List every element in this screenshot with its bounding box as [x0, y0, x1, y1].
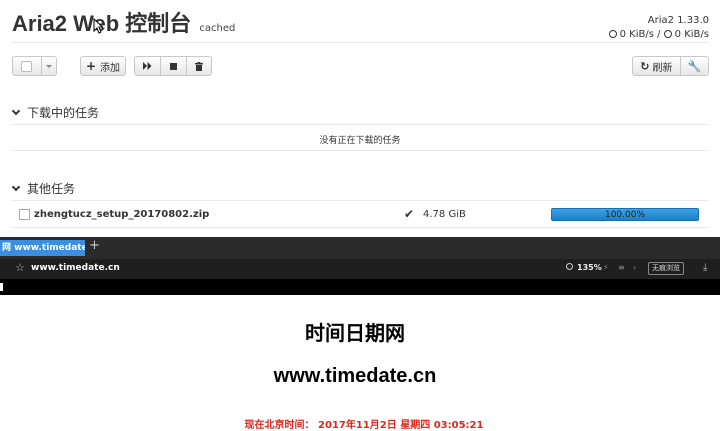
- browser-tab-active[interactable]: 网 www.timedate.c: [0, 240, 85, 256]
- add-task-button[interactable]: + 添加: [80, 56, 126, 76]
- mouse-cursor-icon: [93, 18, 103, 34]
- section-divider: [12, 124, 708, 125]
- chevron-down-icon: [11, 106, 21, 116]
- task-name[interactable]: zhengtucz_setup_20170802.zip: [34, 209, 209, 220]
- time-value: 2017年11月2日 星期四 03:05:21: [318, 420, 484, 431]
- time-label: 现在北京时间：: [244, 420, 315, 431]
- empty-downloads-message: 没有正在下载的任务: [319, 136, 401, 146]
- upload-speed-icon: [663, 30, 672, 38]
- new-tab-icon[interactable]: +: [89, 238, 100, 253]
- task-progress-text: 100.00%: [604, 209, 646, 220]
- refresh-group: ↻ 刷新 🔧: [632, 56, 709, 76]
- downloading-section-header[interactable]: 下载中的任务: [11, 104, 100, 121]
- downloading-section-title: 下载中的任务: [27, 106, 100, 120]
- app-header: Aria2 Web 控制台 cached: [12, 6, 235, 38]
- plus-icon: +: [85, 59, 97, 73]
- refresh-button-label: 刷新: [652, 62, 673, 74]
- fast-forward-icon: [143, 62, 152, 70]
- section-divider: [12, 150, 708, 151]
- current-time-line: 现在北京时间： 2017年11月2日 星期四 03:05:21: [0, 416, 720, 431]
- task-checkbox[interactable]: [19, 208, 30, 220]
- select-all-dropdown[interactable]: [12, 56, 57, 76]
- speed-readout: 0 KiB/s / 0 KiB/s: [608, 28, 709, 42]
- speed-separator: /: [657, 29, 661, 40]
- chevron-down-icon: [11, 182, 21, 192]
- download-speed-icon: [608, 30, 617, 38]
- cached-badge: cached: [199, 23, 236, 34]
- stop-button[interactable]: [161, 62, 185, 70]
- stop-icon: [169, 62, 177, 70]
- site-domain: www.timedate.cn: [273, 365, 437, 387]
- flash-icon[interactable]: ⚡: [603, 263, 609, 272]
- section-divider: [12, 200, 708, 201]
- chevron-right-icon[interactable]: ›: [633, 263, 636, 272]
- bookmark-star-icon[interactable]: ☆: [15, 261, 25, 274]
- task-size: 4.78 GiB: [423, 208, 466, 220]
- delete-button[interactable]: [187, 61, 211, 71]
- header-divider: [12, 42, 708, 43]
- trash-icon: [194, 61, 203, 71]
- task-action-group: [134, 56, 212, 76]
- browser-toolbar-strip: [0, 279, 720, 295]
- task-row[interactable]: zhengtucz_setup_20170802.zip ✔ 4.78 GiB …: [12, 203, 708, 225]
- upload-speed: 0 KiB/s: [674, 29, 709, 40]
- download-speed: 0 KiB/s: [619, 29, 654, 40]
- add-button-label: 添加: [100, 62, 121, 74]
- refresh-icon: ↻: [640, 59, 650, 73]
- browser-tab-bar: 网 www.timedate.c +: [0, 237, 720, 259]
- zoom-indicator[interactable]: 135%: [566, 263, 602, 272]
- tab-title: 网 www.timedate.c: [2, 243, 85, 253]
- menu-icon[interactable]: ≡: [618, 263, 625, 272]
- status-panel: Aria2 1.33.0 0 KiB/s / 0 KiB/s: [608, 14, 709, 42]
- download-icon[interactable]: ⤓: [703, 262, 707, 273]
- incognito-button[interactable]: 无痕浏览: [648, 262, 684, 275]
- wrench-icon: 🔧: [687, 59, 702, 73]
- version-label: Aria2 1.33.0: [647, 15, 709, 26]
- other-section-header[interactable]: 其他任务: [11, 180, 76, 197]
- section-divider: [12, 227, 708, 228]
- address-input[interactable]: www.timedate.cn: [31, 263, 120, 273]
- chevron-down-icon[interactable]: [45, 64, 52, 68]
- zoom-level: 135%: [577, 263, 602, 272]
- task-progress-bar: 100.00%: [551, 207, 699, 221]
- start-button[interactable]: [135, 62, 160, 70]
- completed-check-icon: ✔: [404, 207, 415, 221]
- settings-button[interactable]: 🔧: [681, 60, 708, 73]
- other-section-title: 其他任务: [27, 182, 76, 196]
- browser-address-bar: ☆ www.timedate.cn 135% ⚡ ≡ › 无痕浏览 ⤓: [0, 259, 720, 279]
- zoom-icon: [566, 263, 573, 270]
- edge-marker: [0, 283, 3, 291]
- refresh-button[interactable]: ↻ 刷新: [633, 59, 680, 74]
- page-heading: 时间日期网: [305, 321, 405, 345]
- select-all-checkbox[interactable]: [21, 60, 33, 72]
